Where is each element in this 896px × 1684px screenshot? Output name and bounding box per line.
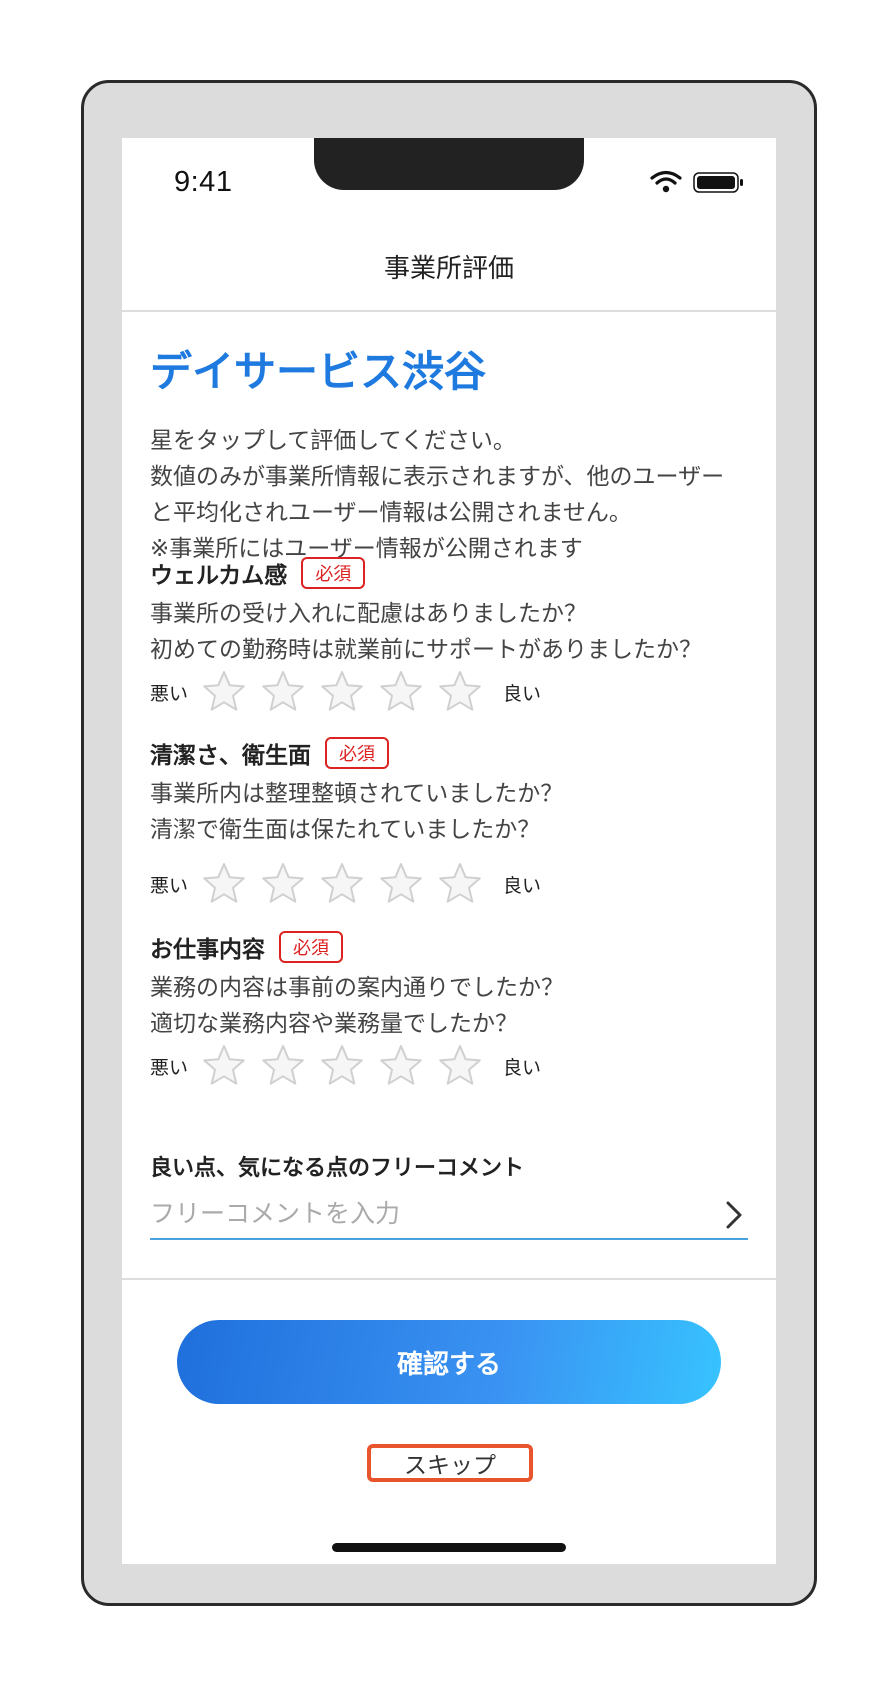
facility-name: デイサービス渋谷: [150, 347, 487, 396]
rating-section-job-content: お仕事内容 必須 業務の内容は事前の案内通りでしたか？ 適切な業務内容や業務量で…: [150, 930, 750, 1090]
question: 業務の内容は事前の案内通りでしたか？: [150, 975, 564, 1001]
skip-button[interactable]: スキップ: [367, 1444, 533, 1482]
rating-high-label: 良い: [503, 1056, 542, 1079]
rating-low-label: 悪い: [150, 874, 189, 897]
required-badge: 必須: [279, 931, 343, 963]
star-icon[interactable]: [318, 668, 366, 716]
question: 初めての勤務時は就業前にサポートがありましたか？: [150, 637, 702, 663]
comment-label: 良い点、気になる点のフリーコメント: [150, 1156, 525, 1181]
star-rating: 悪い 良い: [150, 668, 750, 716]
rating-high-label: 良い: [503, 874, 542, 897]
home-indicator: [332, 1543, 566, 1552]
star-icon[interactable]: [200, 860, 248, 908]
section-title: お仕事内容: [150, 937, 265, 963]
section-title: ウェルカム感: [150, 563, 288, 589]
star-icon[interactable]: [377, 668, 425, 716]
instruction-line: 数値のみが事業所情報に表示されますが、他のユーザー: [150, 464, 725, 490]
battery-icon: [693, 172, 743, 193]
star-icon[interactable]: [318, 860, 366, 908]
instruction-line: 星をタップして評価してください。: [150, 428, 516, 454]
star-icon[interactable]: [200, 668, 248, 716]
rating-section-cleanliness: 清潔さ、衛生面 必須 事業所内は整理整頓されていましたか？ 清潔で衛生面は保たれ…: [150, 736, 750, 908]
status-icons: [650, 170, 750, 194]
footer-divider: [122, 1278, 776, 1280]
question: 適切な業務内容や業務量でしたか？: [150, 1011, 518, 1037]
rating-high-label: 良い: [503, 682, 542, 705]
question: 事業所内は整理整頓されていましたか？: [150, 781, 564, 807]
star-icon[interactable]: [377, 1042, 425, 1090]
required-badge: 必須: [325, 737, 389, 769]
confirm-button[interactable]: 確認する: [177, 1320, 721, 1404]
star-rating: 悪い 良い: [150, 1042, 750, 1090]
star-icon[interactable]: [259, 668, 307, 716]
star-icon[interactable]: [318, 1042, 366, 1090]
rating-low-label: 悪い: [150, 682, 189, 705]
star-icon[interactable]: [259, 860, 307, 908]
question: 事業所の受け入れに配慮はありましたか？: [150, 601, 587, 627]
section-title: 清潔さ、衛生面: [150, 743, 311, 769]
rating-low-label: 悪い: [150, 1056, 189, 1079]
page-title: 事業所評価: [383, 254, 514, 284]
instruction-line: と平均化されユーザー情報は公開されません。: [150, 500, 632, 526]
question: 清潔で衛生面は保たれていましたか？: [150, 817, 541, 843]
instructions: 星をタップして評価してください。 数値のみが事業所情報に表示されますが、他のユー…: [150, 423, 760, 567]
chevron-right-icon[interactable]: [722, 1200, 746, 1230]
star-icon[interactable]: [436, 668, 484, 716]
star-icon[interactable]: [436, 1042, 484, 1090]
star-icon[interactable]: [377, 860, 425, 908]
required-badge: 必須: [301, 557, 366, 589]
star-icon[interactable]: [259, 1042, 307, 1090]
star-rating: 悪い 良い: [150, 860, 750, 908]
star-icon[interactable]: [436, 860, 484, 908]
status-time: 9:41: [174, 166, 233, 198]
rating-section-welcome: ウェルカム感 必須 事業所の受け入れに配慮はありましたか？ 初めての勤務時は就業…: [150, 556, 750, 716]
app-screen: 9:41 事業所評価 デイサービス渋谷 星をタップして評価してください。 数値の…: [122, 138, 776, 1564]
wifi-icon: [650, 170, 682, 193]
header-divider: [122, 310, 776, 312]
star-icon[interactable]: [200, 1042, 248, 1090]
device-notch: [314, 138, 584, 190]
free-comment-input[interactable]: [150, 1188, 748, 1240]
